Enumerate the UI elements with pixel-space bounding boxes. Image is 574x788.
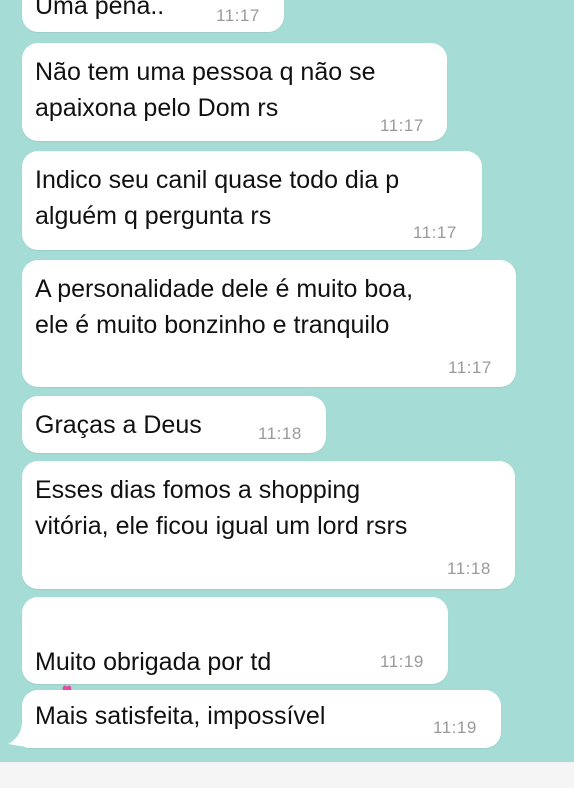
message-time: 11:18	[258, 424, 302, 443]
message-bubble[interactable]: Esses dias fomos a shopping vitória, ele…	[22, 461, 515, 589]
message-text: Mais satisfeita, impossível	[35, 702, 326, 730]
message-time: 11:17	[448, 358, 492, 377]
chat-area[interactable]: Uma pena.. 11:17 Não tem uma pessoa q nã…	[0, 0, 574, 762]
message-time: 11:17	[216, 6, 260, 25]
message-bubble[interactable]: Graças a Deus 11:18	[22, 396, 326, 453]
message-time: 11:18	[447, 559, 491, 578]
message-text: Esses dias fomos a shopping vitória, ele…	[35, 476, 408, 540]
message-bubble[interactable]: Indico seu canil quase todo dia p alguém…	[22, 151, 482, 250]
message-bubble[interactable]: A personalidade dele é muito boa, ele é …	[22, 260, 516, 387]
message-time: 11:19	[433, 718, 477, 737]
message-text: Não tem uma pessoa q não se apaixona pel…	[35, 58, 376, 122]
message-time: 11:17	[413, 223, 457, 242]
message-time: 11:19	[380, 652, 424, 671]
message-text: Uma pena..	[35, 0, 165, 20]
input-bar	[0, 762, 574, 788]
message-bubble[interactable]: Muito obrigada por td 11:19	[22, 597, 448, 748]
message-bubble[interactable]: Mais satisfeita, impossível 11:19	[22, 690, 501, 748]
message-text: A personalidade dele é muito boa, ele é …	[35, 275, 414, 339]
message-text-content: Muito obrigada por td	[35, 648, 272, 676]
message-bubble[interactable]: Não tem uma pessoa q não se apaixona pel…	[22, 43, 447, 141]
message-text: Indico seu canil quase todo dia p alguém…	[35, 166, 400, 230]
message-time: 11:17	[380, 116, 424, 135]
message-text: Graças a Deus	[35, 411, 202, 439]
message-bubble[interactable]: Uma pena.. 11:17	[22, 0, 284, 32]
